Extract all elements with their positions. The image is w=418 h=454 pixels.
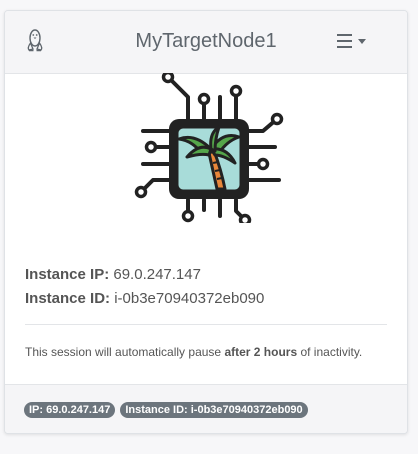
instance-id-row: Instance ID: i-0b3e70940372eb090 <box>25 287 264 311</box>
divider <box>25 324 387 325</box>
session-note: This session will automatically pause af… <box>25 345 362 359</box>
caret-down-icon <box>358 39 366 44</box>
menu-dropdown-button[interactable] <box>337 30 371 54</box>
session-note-suffix: of inactivity. <box>300 345 363 359</box>
instance-ip-label: Instance IP: <box>25 266 110 283</box>
cpu-chip-palm-tree-logo <box>134 73 284 223</box>
instance-ip-value: 69.0.247.147 <box>113 266 201 283</box>
ip-badge: IP: 69.0.247.147 <box>24 402 116 418</box>
instance-id-badge: Instance ID: i-0b3e70940372eb090 <box>120 402 308 418</box>
footer-badges: IP: 69.0.247.147 Instance ID: i-0b3e7094… <box>24 402 308 418</box>
card-header: MyTargetNode1 <box>5 11 407 74</box>
instance-id-value: i-0b3e70940372eb090 <box>114 290 265 307</box>
instance-id-label: Instance ID: <box>25 290 111 307</box>
card-footer: IP: 69.0.247.147 Instance ID: i-0b3e7094… <box>5 384 407 433</box>
session-note-prefix: This session will automatically pause <box>25 345 222 359</box>
hamburger-menu-icon <box>337 34 352 48</box>
session-note-duration: after 2 hours <box>224 345 298 359</box>
instance-info: Instance IP: 69.0.247.147 Instance ID: i… <box>25 263 264 311</box>
instance-ip-row: Instance IP: 69.0.247.147 <box>25 263 264 287</box>
target-node-card: MyTargetNode1 Instance IP: 69.0.247.147 … <box>4 10 408 434</box>
